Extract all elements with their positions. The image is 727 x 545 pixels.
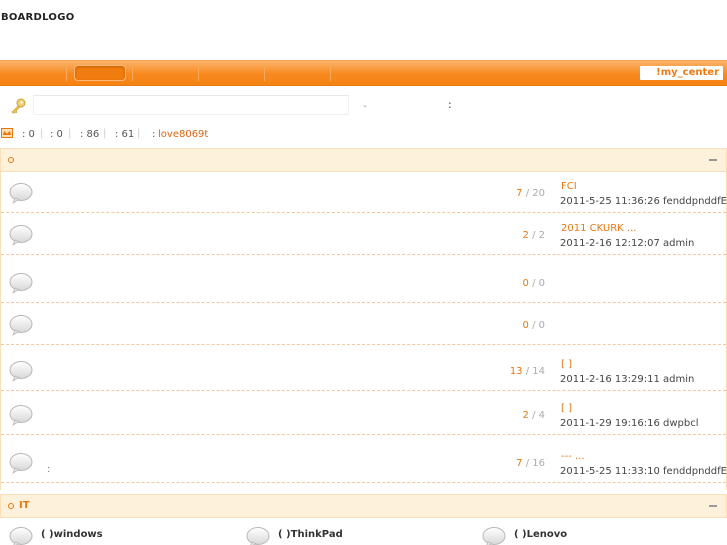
post-count: / 14 [522,366,545,377]
forum-counts: 7 / 20 [516,188,545,199]
stat-separator: | [103,128,107,139]
category-header [0,148,727,172]
category-bullet-icon [8,157,14,163]
nav-separator [66,67,67,81]
last-post-meta[interactable]: 2011-2-16 13:29:11 admin [560,374,694,385]
key-icon [11,98,26,114]
last-post-meta[interactable]: 2011-1-29 19:16:16 dwpbcl [560,418,699,429]
nav-item-active[interactable] [74,65,126,81]
category-bullet-icon [8,503,14,509]
main-nav: !my_center [0,60,727,86]
speech-bubble-icon [9,360,33,382]
last-post-title[interactable]: FCI [561,181,577,192]
search-label: : [448,98,452,111]
nav-separator [132,67,133,81]
speech-bubble-icon [9,182,33,204]
post-count: / 0 [528,320,545,331]
forum-row[interactable]: 2 / 4 [ ] 2011-1-29 19:16:16 dwpbcl [1,394,726,435]
subforum-label[interactable]: ( )Lenovo [514,529,567,540]
forum-counts: 0 / 0 [523,320,545,331]
search-bar: ⌄ : [0,91,727,121]
forum-row[interactable]: 0 / 0 [1,262,726,303]
speech-bubble-icon [9,452,33,474]
stat-members: : 61 [115,129,135,140]
stat-separator: | [68,128,72,139]
last-post-title[interactable]: --- ... [561,451,585,462]
category-title[interactable]: IT [19,500,30,511]
subforum-label[interactable]: ( )ThinkPad [278,529,343,540]
forum-counts: 2 / 4 [523,410,545,421]
stat-topics: : 86 [80,129,100,140]
board-stats: : 0 | : 0 | : 86 | : 61 | : love8069t [0,127,727,143]
speech-bubble-icon [9,314,33,336]
nav-separator [198,67,199,81]
crown-icon [1,128,13,138]
search-input[interactable] [33,95,349,115]
forum-row[interactable]: 7 / 20 FCI 2011-5-25 11:36:26 fenddpnddfE [1,172,727,213]
forum-counts: 2 / 2 [523,230,545,241]
post-count: / 2 [528,230,545,241]
speech-bubble-icon [246,526,270,545]
last-post-meta[interactable]: 2011-5-25 11:36:26 fenddpnddfE [560,196,727,207]
forum-row[interactable]: 13 / 14 [ ] 2011-2-16 13:29:11 admin [1,350,726,391]
forum-row[interactable]: 2 / 2 2011 CKURK ... 2011-2-16 12:12:07 ad… [1,214,726,255]
subforum-label[interactable]: ( )windows [41,529,103,540]
newest-member-label: : [152,129,156,140]
speech-bubble-icon [482,526,506,545]
post-count: / 0 [528,278,545,289]
nav-separator [264,67,265,81]
stat-separator: | [40,128,44,139]
stat-yesterday: : 0 [50,129,63,140]
collapse-icon[interactable] [709,159,717,161]
collapse-icon[interactable] [709,505,717,507]
speech-bubble-icon [9,404,33,426]
topic-count: 13 [509,366,523,377]
forum-row[interactable]: 0 / 0 [1,304,726,345]
last-post-title[interactable]: [ ] [561,359,572,370]
newest-member-link[interactable]: love8069t [158,129,208,140]
forum-list: 7 / 20 FCI 2011-5-25 11:36:26 fenddpnddfE 2… [0,172,727,490]
forum-row[interactable]: : 7 / 16 --- ... 2011-5-25 11:33:10 fenddp… [1,442,727,483]
post-count: / 16 [522,458,545,469]
board-logo[interactable]: BOARDLOGO [1,12,75,23]
stat-today: : 0 [22,129,35,140]
my-center-link[interactable]: !my_center [640,66,723,80]
forum-counts: 0 / 0 [523,278,545,289]
speech-bubble-icon [9,272,33,294]
last-post-meta[interactable]: 2011-2-16 12:12:07 admin [560,238,694,249]
last-post-title[interactable]: 2011 CKURK ... [561,223,636,234]
speech-bubble-icon [9,224,33,246]
speech-bubble-icon [9,526,33,545]
stat-separator: | [137,128,141,139]
header: BOARDLOGO [0,0,727,60]
forum-counts: 13 / 14 [510,366,545,377]
last-post-meta[interactable]: 2011-5-25 11:33:10 fenddpnddfE [560,466,727,477]
forum-note: : [47,464,51,475]
post-count: / 20 [522,188,545,199]
search-type-dropdown[interactable]: ⌄ [362,101,368,109]
last-post-title[interactable]: [ ] [561,403,572,414]
post-count: / 4 [528,410,545,421]
forum-counts: 7 / 16 [516,458,545,469]
category-header: IT [0,494,727,518]
nav-separator [330,67,331,81]
